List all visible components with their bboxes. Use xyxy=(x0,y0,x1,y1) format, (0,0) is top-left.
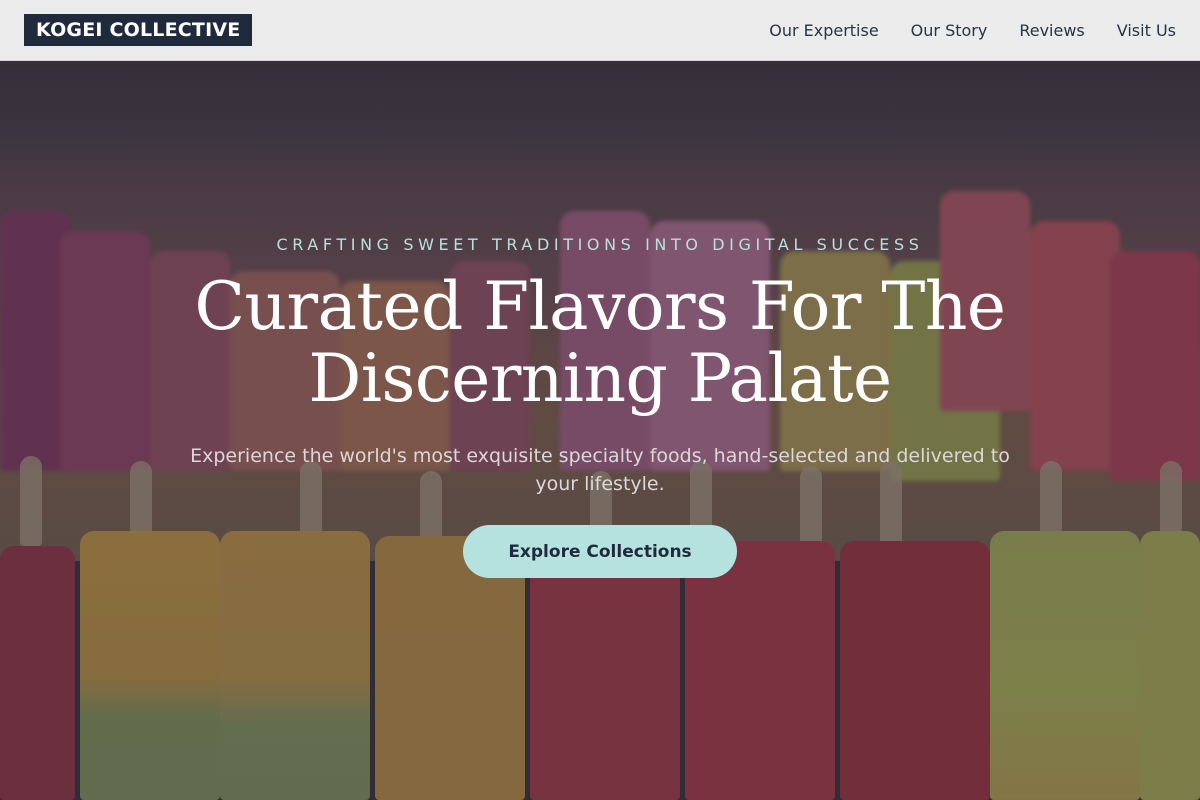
logo[interactable]: KOGEI COLLECTIVE xyxy=(24,14,253,46)
nav-link-reviews[interactable]: Reviews xyxy=(1019,21,1084,40)
hero-headline-line1: Curated Flavors For The xyxy=(194,268,1006,345)
hero-headline-line2: Discerning Palate xyxy=(308,340,892,417)
hero-section: CRAFTING SWEET TRADITIONS INTO DIGITAL S… xyxy=(0,61,1200,800)
hero-headline: Curated Flavors For The Discerning Palat… xyxy=(150,271,1050,415)
nav-link-our-expertise[interactable]: Our Expertise xyxy=(769,21,878,40)
main-nav: Our Expertise Our Story Reviews Visit Us xyxy=(769,21,1176,40)
hero-content: CRAFTING SWEET TRADITIONS INTO DIGITAL S… xyxy=(0,61,1200,800)
nav-link-visit-us[interactable]: Visit Us xyxy=(1117,21,1176,40)
site-header: KOGEI COLLECTIVE Our Expertise Our Story… xyxy=(0,0,1200,61)
hero-eyebrow: CRAFTING SWEET TRADITIONS INTO DIGITAL S… xyxy=(276,235,924,254)
hero-subtext: Experience the world's most exquisite sp… xyxy=(190,445,1010,495)
nav-link-our-story[interactable]: Our Story xyxy=(911,21,988,40)
explore-collections-button[interactable]: Explore Collections xyxy=(463,525,737,578)
